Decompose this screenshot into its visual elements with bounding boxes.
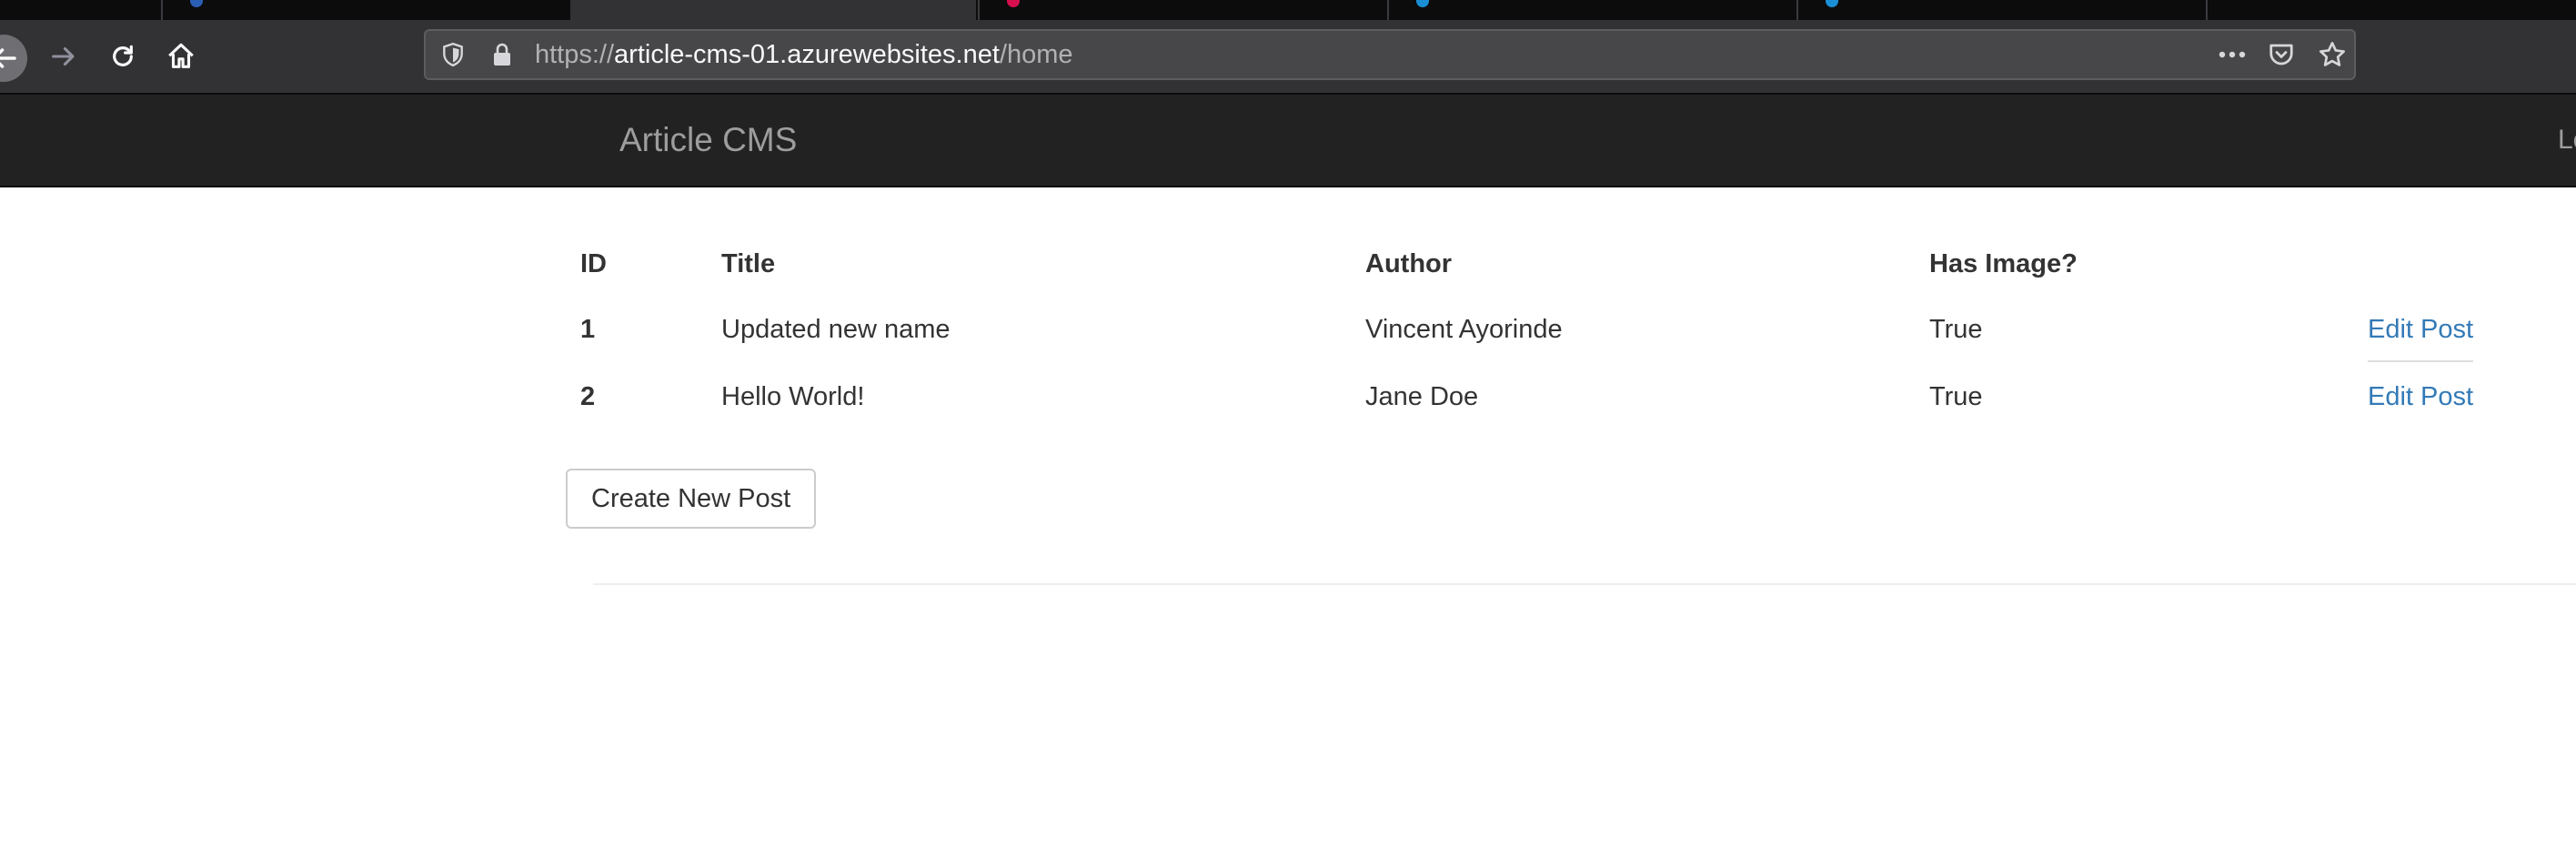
edit-post-link[interactable]: Edit Post xyxy=(2368,314,2474,362)
more-actions-icon[interactable] xyxy=(2218,40,2247,69)
browser-tab-strip xyxy=(0,0,2576,20)
reload-button[interactable] xyxy=(106,40,139,73)
tab-favicon-icon xyxy=(1826,0,1838,7)
column-header-actions xyxy=(2368,232,2576,296)
tab-favicon-icon xyxy=(1007,0,1020,7)
shield-icon[interactable] xyxy=(438,40,468,69)
cell-title: Updated new name xyxy=(721,314,951,344)
browser-tab[interactable] xyxy=(161,0,569,20)
site-navbar: Article CMS Lo xyxy=(0,95,2576,187)
cell-author: Vincent Ayorinde xyxy=(1365,314,1563,344)
bookmark-star-icon[interactable] xyxy=(2318,40,2347,69)
pocket-icon[interactable] xyxy=(2267,40,2296,69)
tab-favicon-icon xyxy=(1416,0,1429,7)
column-header-title: Title xyxy=(721,248,776,278)
url-scheme: https:// xyxy=(535,40,615,69)
column-header-author: Author xyxy=(1365,248,1453,278)
cell-author: Jane Doe xyxy=(1365,381,1479,411)
browser-tab[interactable] xyxy=(978,0,1385,20)
cell-id: 1 xyxy=(580,314,596,344)
forward-button[interactable] xyxy=(47,40,80,73)
cell-id: 2 xyxy=(580,381,596,411)
browser-tab-active[interactable] xyxy=(570,0,976,20)
divider xyxy=(593,583,2576,585)
table-row: 1 Updated new name Vincent Ayorinde True… xyxy=(580,296,2576,363)
navbar-right-link[interactable]: Lo xyxy=(2558,95,2576,186)
address-bar[interactable]: https://article-cms-01.azurewebsites.net… xyxy=(424,29,2356,80)
create-new-post-button[interactable]: Create New Post xyxy=(566,469,817,529)
arrow-left-icon xyxy=(0,48,16,68)
arrow-right-icon xyxy=(52,46,75,66)
back-button[interactable] xyxy=(0,35,27,82)
home-icon xyxy=(168,43,194,68)
reload-icon xyxy=(113,45,133,66)
url-path: /home xyxy=(999,40,1073,69)
cell-action: Edit Post xyxy=(2368,296,2576,363)
posts-table: ID Title Author Has Image? 1 Updated new… xyxy=(580,232,2576,430)
browser-tab[interactable] xyxy=(1387,0,1795,20)
tab-favicon-icon xyxy=(190,0,203,7)
column-header-id: ID xyxy=(580,248,607,278)
cell-title: Hello World! xyxy=(721,381,865,411)
cell-action: Edit Post xyxy=(2368,363,2576,430)
edit-post-link[interactable]: Edit Post xyxy=(2368,382,2473,411)
browser-tab[interactable] xyxy=(2206,0,2576,20)
table-header-row: ID Title Author Has Image? xyxy=(580,232,2576,296)
lock-icon[interactable] xyxy=(488,40,517,69)
site-brand-link[interactable]: Article CMS xyxy=(619,95,797,186)
home-button[interactable] xyxy=(165,40,197,73)
cell-has-image: True xyxy=(1929,381,1983,411)
url-host: article-cms-01.azurewebsites.net xyxy=(614,40,1000,69)
table-row: 2 Hello World! Jane Doe True Edit Post xyxy=(580,363,2576,430)
browser-tab[interactable] xyxy=(1796,0,2204,20)
url-text[interactable]: https://article-cms-01.azurewebsites.net… xyxy=(535,31,1073,78)
browser-toolbar: https://article-cms-01.azurewebsites.net… xyxy=(0,20,2576,95)
cell-has-image: True xyxy=(1929,314,1983,344)
column-header-has-image: Has Image? xyxy=(1929,248,2078,278)
